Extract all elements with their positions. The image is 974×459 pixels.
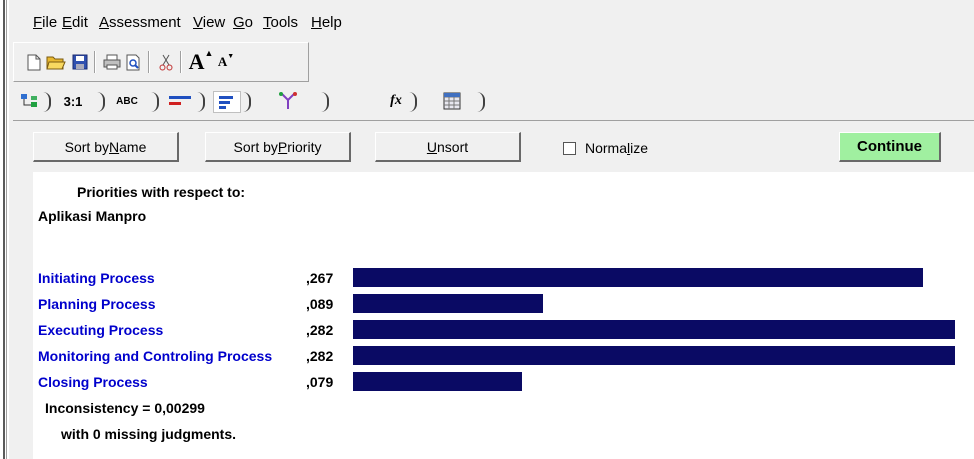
menu-file[interactable]: File (33, 14, 57, 31)
priorities-panel: Priorities with respect to: Aplikasi Man… (33, 172, 974, 459)
continue-button[interactable]: Continue (839, 132, 941, 162)
tab-tree-view[interactable] (19, 91, 41, 111)
tab-graphical[interactable] (167, 91, 193, 111)
item-value: ,267 (306, 270, 334, 286)
item-label: Closing Process (38, 374, 148, 390)
menu-help[interactable]: Help (311, 14, 342, 31)
new-file-icon[interactable] (24, 52, 44, 72)
app-window: File Edit Assessment View Go Tools Help … (9, 0, 974, 459)
menu-tools[interactable]: Tools (263, 14, 298, 31)
left-border-line (3, 0, 5, 459)
toolbar-separator (148, 51, 150, 73)
tab-pairwise-verbal[interactable]: ABC (113, 91, 141, 111)
tab-divider (407, 92, 417, 112)
toolbar-separator (94, 51, 96, 73)
item-label: Planning Process (38, 296, 156, 312)
toolbar-separator (180, 51, 182, 73)
priority-bar (353, 346, 955, 365)
actions-row: Sort by Name Sort by Priority Unsort Con… (9, 124, 974, 168)
font-increase-icon[interactable]: A ▲ (188, 48, 214, 74)
priority-bar (353, 294, 543, 313)
tab-divider (41, 92, 51, 112)
view-tab-strip: 3:1 ABC fx (9, 84, 974, 120)
item-value: ,089 (306, 296, 334, 312)
print-preview-icon[interactable] (124, 52, 144, 72)
tab-divider (241, 92, 251, 112)
item-value: ,282 (306, 322, 334, 338)
item-value: ,079 (306, 374, 334, 390)
goal-name: Aplikasi Manpro (38, 208, 147, 224)
priorities-heading: Priorities with respect to: (77, 184, 246, 200)
item-value: ,282 (306, 348, 334, 364)
priority-bar (353, 268, 923, 287)
tab-divider (95, 92, 105, 112)
cut-icon[interactable] (156, 52, 176, 72)
missing-judgments-text: with 0 missing judgments. (61, 426, 237, 442)
open-folder-icon[interactable] (46, 52, 66, 72)
content-border (13, 120, 974, 121)
unsort-button[interactable]: Unsort (375, 132, 521, 162)
menu-bar: File Edit Assessment View Go Tools Help (9, 0, 974, 40)
menu-edit[interactable]: Edit (62, 14, 88, 31)
toolbar: A ▲ A ▼ (13, 42, 309, 82)
tab-formula[interactable]: fx (385, 91, 407, 111)
menu-view[interactable]: View (193, 14, 225, 31)
normalize-checkbox[interactable] (563, 142, 576, 155)
menu-assessment[interactable]: Assessment (99, 14, 181, 31)
tab-spreadsheet[interactable] (441, 91, 463, 111)
priority-bar (353, 372, 522, 391)
print-icon[interactable] (102, 52, 122, 72)
priority-bar (353, 320, 955, 339)
sort-by-priority-button[interactable]: Sort by Priority (205, 132, 351, 162)
tab-divider (475, 92, 485, 112)
item-label: Executing Process (38, 322, 164, 338)
tab-divider (149, 92, 159, 112)
font-decrease-icon[interactable]: A ▼ (216, 52, 236, 72)
left-border-line-light (6, 0, 7, 459)
tab-divider (319, 92, 329, 112)
inconsistency-text: Inconsistency = 0,00299 (45, 400, 205, 416)
tab-sensitivity[interactable] (275, 91, 301, 111)
save-icon[interactable] (70, 52, 90, 72)
menu-go[interactable]: Go (233, 14, 253, 31)
tab-priorities-chart[interactable] (213, 91, 241, 113)
tab-pairwise-numerical[interactable]: 3:1 (59, 91, 87, 111)
item-label: Initiating Process (38, 270, 155, 286)
tab-divider (195, 92, 205, 112)
sort-by-name-button[interactable]: Sort by Name (33, 132, 179, 162)
item-label: Monitoring and Controling Process (38, 348, 273, 364)
normalize-label[interactable]: Normalize (585, 140, 648, 156)
